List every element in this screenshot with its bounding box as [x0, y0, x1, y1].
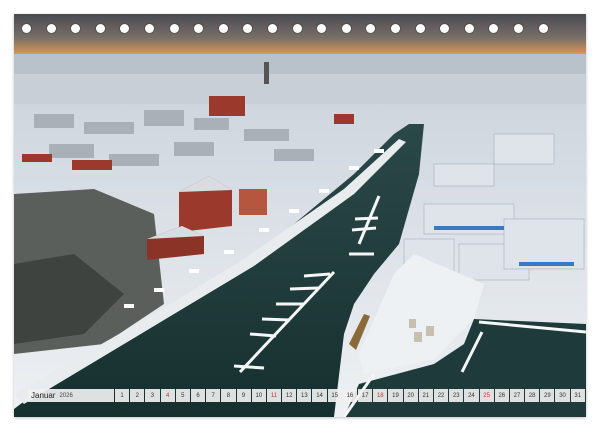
- day-cell: 6: [190, 389, 206, 402]
- day-cell: 17: [358, 389, 373, 402]
- day-cell: 27: [509, 389, 525, 402]
- calendar-strip: Januar 2026 1 2 3 4 5 6 7 8 9 10 11 12 13 14 15 16 17 18 1…: [28, 389, 586, 402]
- day-cell: 31: [570, 389, 585, 402]
- day-cell: 30: [555, 389, 570, 402]
- day-cell: 14: [312, 389, 327, 402]
- calendar-page: Januar 2026 1 2 3 4 5 6 7 8 9 10 11 12 13 14 15 16 17 18 1…: [14, 14, 586, 417]
- day-cells: 1 2 3 4 5 6 7 8 9 10 11 12 13 14 15 16 17 18 19 20 21 22 23 24 2…: [115, 389, 586, 402]
- day-cell: 19: [388, 389, 403, 402]
- day-cell: 25: [479, 389, 494, 402]
- day-cell: 24: [464, 389, 479, 402]
- month-label: Januar 2026: [28, 389, 114, 402]
- day-cell: 5: [175, 389, 190, 402]
- day-cell: 10: [251, 389, 266, 402]
- day-cell: 18: [373, 389, 388, 402]
- harbor-photo: [14, 14, 586, 417]
- day-cell: 2: [130, 389, 145, 402]
- sky: [14, 14, 586, 58]
- day-cell: 23: [449, 389, 464, 402]
- day-cell: 9: [236, 389, 251, 402]
- day-cell: 21: [418, 389, 433, 402]
- day-cell: 12: [282, 389, 297, 402]
- day-cell: 16: [342, 389, 357, 402]
- day-cell: 8: [221, 389, 236, 402]
- day-cell: 28: [525, 389, 540, 402]
- day-cell: 13: [297, 389, 312, 402]
- day-cell: 7: [206, 389, 221, 402]
- day-cell: 15: [327, 389, 342, 402]
- day-cell: 3: [145, 389, 160, 402]
- day-cell: 20: [403, 389, 418, 402]
- year-label: 2026: [59, 392, 73, 399]
- day-cell: 1: [115, 389, 130, 402]
- day-cell: 22: [433, 389, 449, 402]
- day-cell: 29: [540, 389, 555, 402]
- month-name: Januar: [31, 391, 56, 400]
- day-cell: 4: [160, 389, 175, 402]
- day-cell: 11: [266, 389, 282, 402]
- day-cell: 26: [494, 389, 509, 402]
